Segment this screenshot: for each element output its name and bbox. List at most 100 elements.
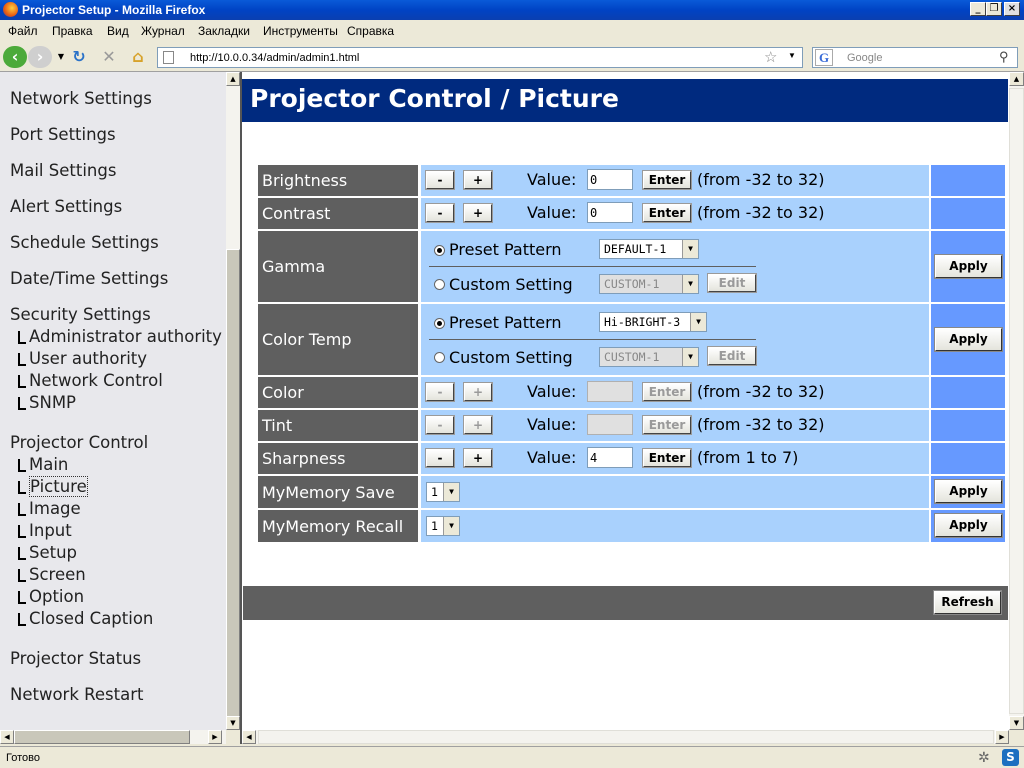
- contrast-value-input[interactable]: 0: [587, 202, 633, 223]
- tint-minus-button[interactable]: -: [425, 415, 455, 435]
- scrollbar-thumb[interactable]: [258, 730, 994, 744]
- gamma-custom-select[interactable]: CUSTOM-1 ▼: [599, 274, 699, 294]
- sharpness-value-input[interactable]: 4: [587, 447, 633, 468]
- content-horizontal-scrollbar[interactable]: ◀ ▶: [242, 730, 1009, 744]
- contrast-plus-button[interactable]: +: [463, 203, 493, 223]
- reload-icon[interactable]: ↻: [68, 46, 90, 68]
- sidebar-subitem-input[interactable]: Input: [18, 521, 72, 540]
- stop-icon[interactable]: ✕: [98, 46, 120, 68]
- search-box[interactable]: G Google ⚲: [812, 47, 1018, 68]
- search-icon[interactable]: ⚲: [999, 49, 1009, 65]
- menu-help[interactable]: Справка: [347, 24, 394, 38]
- mymemory-recall-select[interactable]: 1 ▼: [426, 516, 460, 536]
- sidebar-item-projector-control[interactable]: Projector Control: [10, 433, 148, 452]
- divider: [429, 266, 756, 267]
- scrollbar-thumb[interactable]: [1009, 88, 1024, 714]
- sidebar-item-network-restart[interactable]: Network Restart: [10, 685, 143, 704]
- scroll-down-icon[interactable]: ▼: [1009, 716, 1024, 730]
- address-bar[interactable]: http://10.0.0.34/admin/admin1.html ☆ ▼: [157, 47, 803, 68]
- brightness-enter-button[interactable]: Enter: [642, 170, 692, 190]
- scroll-right-icon[interactable]: ▶: [208, 730, 222, 744]
- menu-edit[interactable]: Правка: [52, 24, 93, 38]
- menu-history[interactable]: Журнал: [141, 24, 185, 38]
- sidebar-subitem-snmp[interactable]: SNMP: [18, 393, 76, 412]
- sidebar-subitem-user-authority[interactable]: User authority: [18, 349, 147, 368]
- scroll-down-icon[interactable]: ▼: [226, 716, 240, 730]
- sidebar-subitem-screen[interactable]: Screen: [18, 565, 86, 584]
- refresh-button[interactable]: Refresh: [933, 590, 1002, 615]
- color-temp-preset-radio[interactable]: [434, 318, 445, 329]
- gamma-custom-radio[interactable]: [434, 279, 445, 290]
- mymemory-save-apply-button[interactable]: Apply: [934, 479, 1003, 504]
- sidebar-subitem-picture[interactable]: Picture: [18, 476, 88, 497]
- brightness-minus-button[interactable]: -: [425, 170, 455, 190]
- sidebar-item-alert-settings[interactable]: Alert Settings: [10, 197, 122, 216]
- tint-value-input[interactable]: [587, 414, 633, 435]
- menu-tools[interactable]: Инструменты: [263, 24, 338, 38]
- sidebar-subitem-setup[interactable]: Setup: [18, 543, 77, 562]
- sidebar-horizontal-scrollbar[interactable]: ◀ ▶: [0, 730, 226, 744]
- menu-file[interactable]: Файл: [8, 24, 38, 38]
- color-temp-preset-select[interactable]: Hi-BRIGHT-3 ▼: [599, 312, 707, 332]
- color-temp-custom-select[interactable]: CUSTOM-1 ▼: [599, 347, 699, 367]
- color-plus-button[interactable]: +: [463, 382, 493, 402]
- scrollbar-thumb[interactable]: [14, 730, 190, 744]
- scroll-left-icon[interactable]: ◀: [0, 730, 14, 744]
- contrast-enter-button[interactable]: Enter: [642, 203, 692, 223]
- color-enter-button[interactable]: Enter: [642, 382, 692, 402]
- contrast-minus-button[interactable]: -: [425, 203, 455, 223]
- home-icon[interactable]: ⌂: [127, 46, 149, 68]
- sidebar-item-network-settings[interactable]: Network Settings: [10, 89, 152, 108]
- addon-icon[interactable]: ✲: [978, 749, 990, 766]
- sidebar-item-datetime-settings[interactable]: Date/Time Settings: [10, 269, 168, 288]
- content-vertical-scrollbar[interactable]: ▲ ▼: [1009, 72, 1024, 730]
- brightness-value-input[interactable]: 0: [587, 169, 633, 190]
- sidebar-subitem-image[interactable]: Image: [18, 499, 81, 518]
- color-temp-edit-button[interactable]: Edit: [707, 346, 757, 366]
- sidebar-subitem-main[interactable]: Main: [18, 455, 68, 474]
- sidebar-subitem-administrator-authority[interactable]: Administrator authority: [18, 327, 222, 346]
- menu-view[interactable]: Вид: [107, 24, 129, 38]
- tint-plus-button[interactable]: +: [463, 415, 493, 435]
- sharpness-minus-button[interactable]: -: [425, 448, 455, 468]
- sharpness-enter-button[interactable]: Enter: [642, 448, 692, 468]
- sidebar-item-mail-settings[interactable]: Mail Settings: [10, 161, 116, 180]
- forward-icon[interactable]: ›: [28, 46, 52, 68]
- gamma-edit-button[interactable]: Edit: [707, 273, 757, 293]
- back-icon[interactable]: ‹: [3, 46, 27, 68]
- sidebar-item-port-settings[interactable]: Port Settings: [10, 125, 116, 144]
- skype-icon[interactable]: S: [1002, 749, 1019, 766]
- color-value-input[interactable]: [587, 381, 633, 402]
- sidebar-item-projector-status[interactable]: Projector Status: [10, 649, 141, 668]
- color-minus-button[interactable]: -: [425, 382, 455, 402]
- scrollbar-thumb[interactable]: [226, 249, 240, 719]
- color-temp-apply-button[interactable]: Apply: [934, 327, 1003, 352]
- sidebar-item-security-settings[interactable]: Security Settings: [10, 305, 151, 324]
- sidebar-item-schedule-settings[interactable]: Schedule Settings: [10, 233, 159, 252]
- sidebar-subitem-option[interactable]: Option: [18, 587, 84, 606]
- mymemory-recall-apply-button[interactable]: Apply: [934, 513, 1003, 538]
- sharpness-plus-button[interactable]: +: [463, 448, 493, 468]
- page-title: Projector Control / Picture: [242, 79, 1008, 122]
- mymemory-save-select[interactable]: 1 ▼: [426, 482, 460, 502]
- gamma-apply-button[interactable]: Apply: [934, 254, 1003, 279]
- gamma-preset-radio[interactable]: [434, 245, 445, 256]
- url-dropdown-icon[interactable]: ▼: [788, 51, 796, 60]
- color-temp-custom-radio[interactable]: [434, 352, 445, 363]
- menu-bookmarks[interactable]: Закладки: [198, 24, 250, 38]
- brightness-plus-button[interactable]: +: [463, 170, 493, 190]
- sidebar-vertical-scrollbar[interactable]: ▲ ▼: [226, 72, 240, 730]
- bookmark-star-icon[interactable]: ☆: [764, 48, 777, 66]
- scroll-up-icon[interactable]: ▲: [226, 72, 240, 86]
- google-icon[interactable]: G: [815, 49, 833, 66]
- gamma-preset-select[interactable]: DEFAULT-1 ▼: [599, 239, 699, 259]
- scroll-left-icon[interactable]: ◀: [242, 730, 256, 744]
- sidebar-subitem-network-control[interactable]: Network Control: [18, 371, 163, 390]
- close-icon[interactable]: ×: [1004, 2, 1020, 16]
- maximize-icon[interactable]: ❐: [986, 2, 1002, 16]
- minimize-icon[interactable]: _: [970, 2, 986, 16]
- scroll-right-icon[interactable]: ▶: [995, 730, 1009, 744]
- tint-enter-button[interactable]: Enter: [642, 415, 692, 435]
- scroll-up-icon[interactable]: ▲: [1009, 72, 1024, 86]
- sidebar-subitem-closed-caption[interactable]: Closed Caption: [18, 609, 153, 628]
